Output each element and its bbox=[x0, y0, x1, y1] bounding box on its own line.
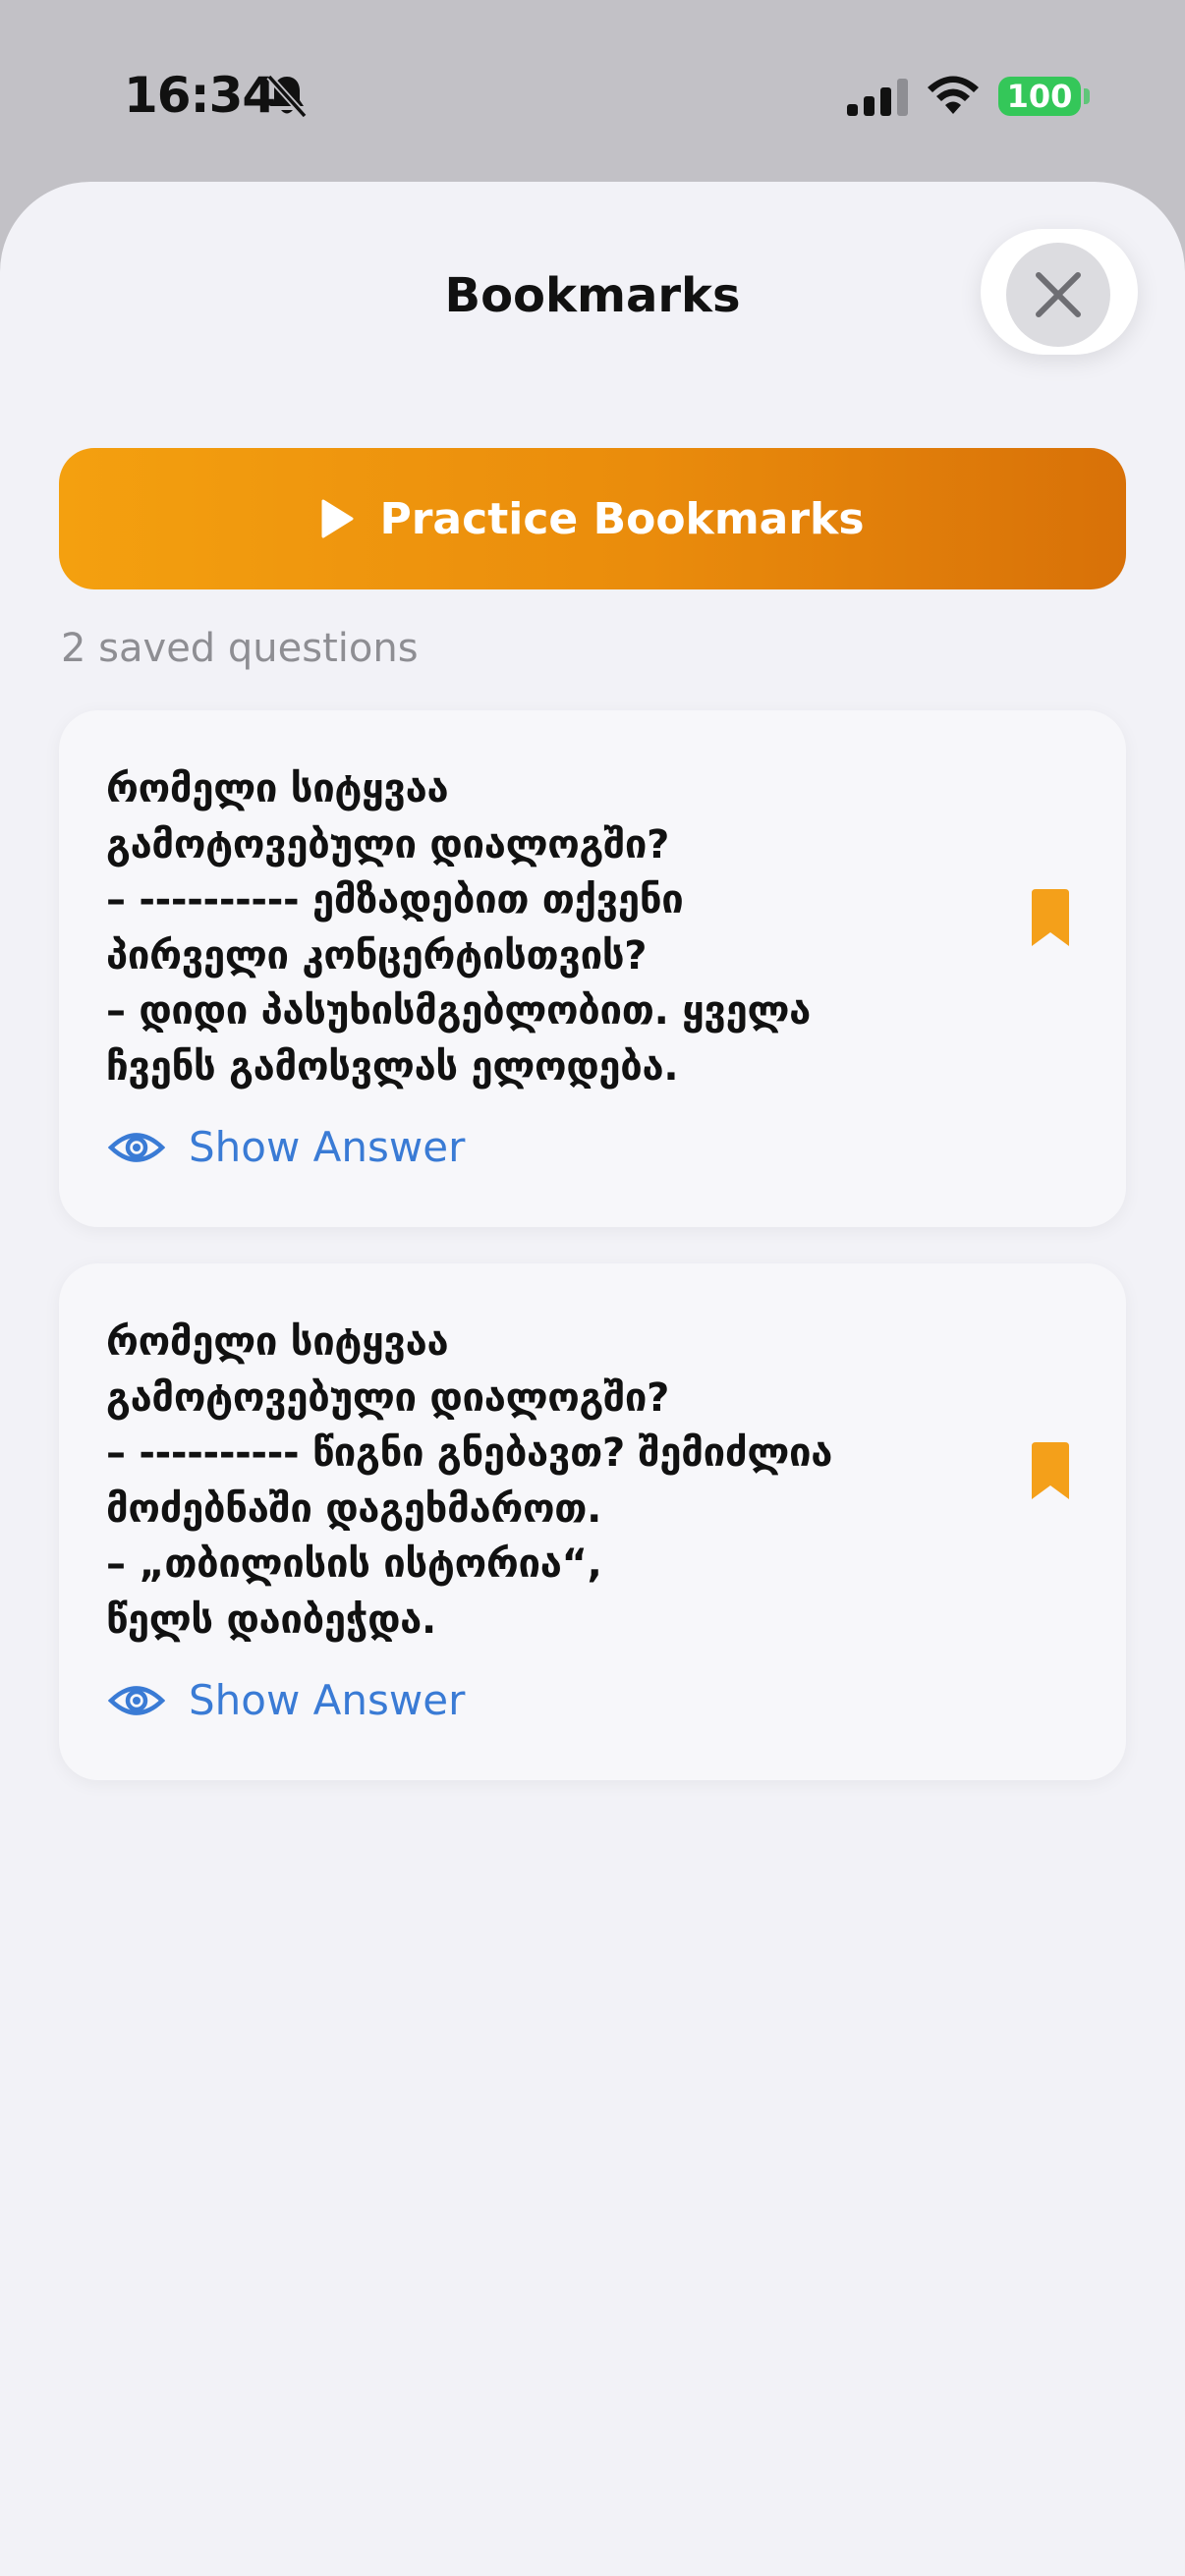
status-bar: 16:34 100 bbox=[0, 0, 1185, 182]
play-icon bbox=[321, 499, 354, 538]
question-text: რომელი სიტყვაა გამოტოვებული დიალოგში? – … bbox=[106, 766, 811, 1090]
close-button[interactable] bbox=[1006, 243, 1110, 347]
show-answer-label: Show Answer bbox=[189, 1676, 466, 1724]
close-icon bbox=[1036, 272, 1081, 317]
status-time: 16:34 bbox=[124, 67, 276, 124]
bookmark-icon[interactable] bbox=[1032, 1442, 1069, 1499]
eye-icon bbox=[108, 1132, 165, 1162]
wifi-icon bbox=[928, 76, 979, 114]
question-text: რომელი სიტყვაა გამოტოვებული დიალოგში? – … bbox=[106, 1319, 833, 1643]
eye-icon bbox=[108, 1685, 165, 1715]
show-answer-button[interactable]: Show Answer bbox=[108, 1123, 465, 1171]
bookmark-icon[interactable] bbox=[1032, 889, 1069, 946]
signal-icon bbox=[847, 79, 908, 116]
saved-count: 2 saved questions bbox=[61, 626, 419, 671]
practice-bookmarks-label: Practice Bookmarks bbox=[379, 493, 865, 544]
show-answer-label: Show Answer bbox=[189, 1123, 466, 1171]
bookmark-card: რომელი სიტყვაა გამოტოვებული დიალოგში? – … bbox=[59, 1263, 1126, 1780]
show-answer-button[interactable]: Show Answer bbox=[108, 1676, 465, 1724]
bell-off-icon bbox=[266, 74, 308, 119]
battery-indicator: 100 bbox=[998, 77, 1081, 116]
practice-bookmarks-button[interactable]: Practice Bookmarks bbox=[59, 448, 1126, 589]
battery-nub bbox=[1084, 88, 1090, 104]
bookmark-card: რომელი სიტყვაა გამოტოვებული დიალოგში? – … bbox=[59, 710, 1126, 1227]
